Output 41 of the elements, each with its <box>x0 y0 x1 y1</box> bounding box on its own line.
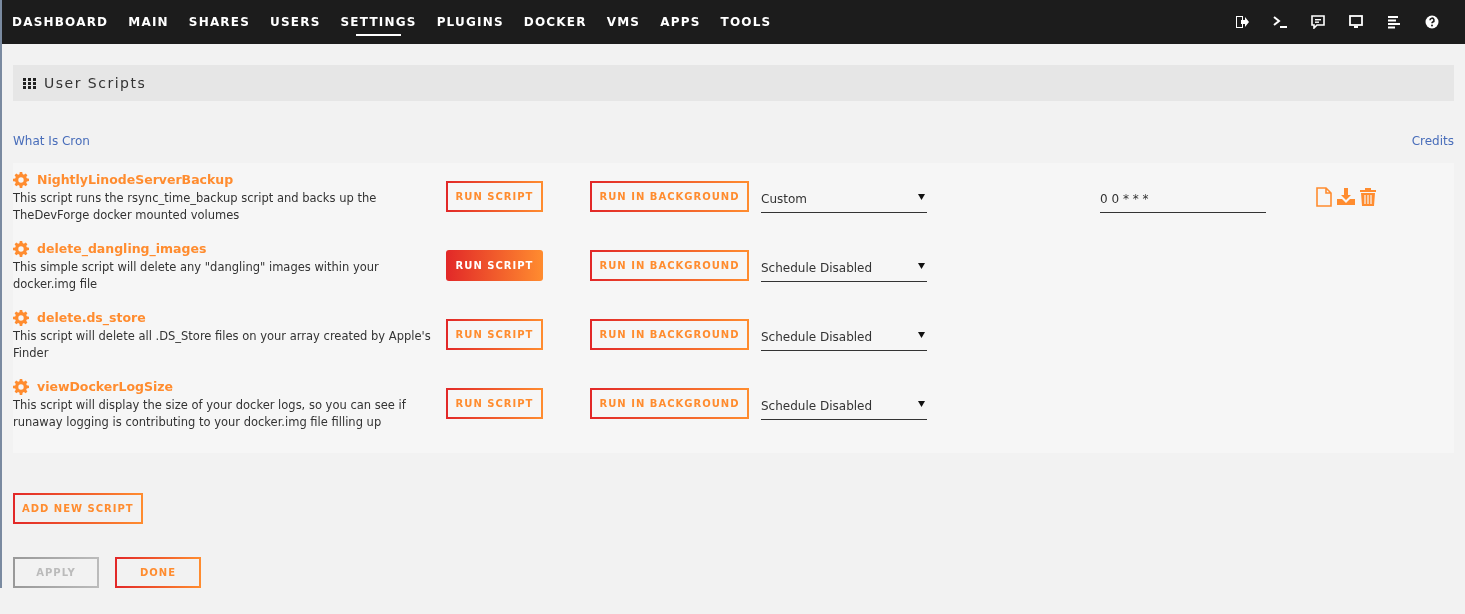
grid-icon <box>23 77 36 89</box>
script-description: This script will display the size of your docker logs, so you can see if runaway logging is contributing to your docker.img file filling up <box>13 396 407 431</box>
gear-icon[interactable] <box>13 310 29 327</box>
gear-icon[interactable] <box>13 172 29 189</box>
schedule-dropdown[interactable]: Schedule Disabled <box>761 394 927 420</box>
help-icon[interactable] <box>1425 15 1439 29</box>
nav-tab[interactable]: MAIN <box>128 0 169 44</box>
gear-icon[interactable] <box>13 241 29 258</box>
run-script-button[interactable]: RUN SCRIPT <box>446 250 543 281</box>
dropdown-caret-icon <box>918 401 925 407</box>
trash-icon[interactable] <box>1359 187 1377 207</box>
script-description: This script will delete all .DS_Store files on your array created by Apple's Finder <box>13 327 432 362</box>
script-description: This script runs the rsync_time_backup script and backs up the TheDevForge docker mounted volumes <box>13 189 378 224</box>
schedule-dropdown[interactable]: Schedule Disabled <box>761 256 927 282</box>
credits-link[interactable]: Credits <box>1411 132 1454 150</box>
nav-tab[interactable]: USERS <box>270 0 321 44</box>
dropdown-caret-icon <box>918 194 925 200</box>
schedule-dropdown[interactable]: Schedule Disabled <box>761 325 927 351</box>
nav-tab[interactable]: APPS <box>660 0 701 44</box>
file-icon[interactable] <box>1315 187 1333 207</box>
terminal-icon[interactable] <box>1273 15 1287 29</box>
nav-tab[interactable]: DOCKER <box>523 0 587 44</box>
message-icon[interactable] <box>1311 15 1325 29</box>
nav-tab[interactable]: SETTINGS <box>340 0 417 44</box>
nav-tab[interactable]: TOOLS <box>720 0 772 44</box>
nav-tab[interactable]: DASHBOARD <box>12 0 109 44</box>
what-is-cron-link[interactable]: What Is Cron <box>13 132 90 150</box>
script-description: This simple script will delete any "dangling" images within your docker.img file <box>13 258 380 293</box>
section-title: User Scripts <box>44 73 147 93</box>
logout-icon[interactable] <box>1235 15 1249 29</box>
gear-icon[interactable] <box>13 379 29 396</box>
dropdown-caret-icon <box>918 263 925 269</box>
nav-tab[interactable]: PLUGINS <box>436 0 504 44</box>
monitor-icon[interactable] <box>1349 15 1363 29</box>
cron-input[interactable]: 0 0 * * * <box>1100 187 1266 213</box>
download-icon[interactable] <box>1337 187 1355 207</box>
dropdown-caret-icon <box>918 332 925 338</box>
log-icon[interactable] <box>1387 15 1401 29</box>
nav-tab[interactable]: VMS <box>606 0 641 44</box>
nav-tab[interactable]: SHARES <box>188 0 251 44</box>
schedule-dropdown[interactable]: Custom <box>761 187 927 213</box>
